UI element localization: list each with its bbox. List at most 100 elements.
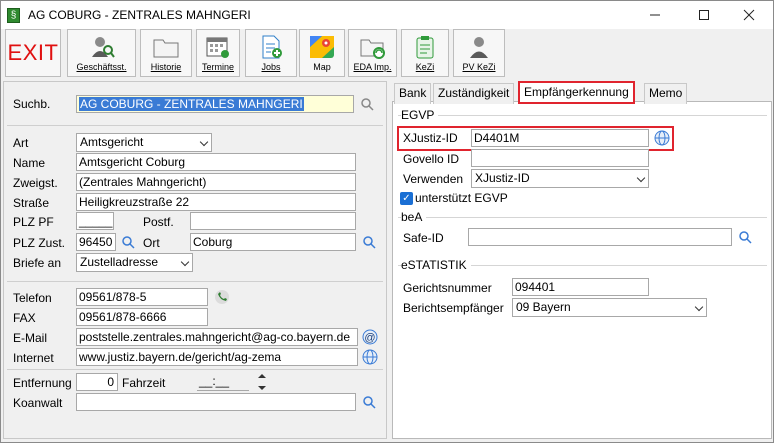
- exit-button[interactable]: EXIT: [5, 29, 61, 77]
- kezi-button[interactable]: KeZi: [401, 29, 449, 77]
- suchb-search-button[interactable]: [358, 95, 376, 113]
- strasse-field[interactable]: Heiligkreuzstraße 22: [76, 193, 356, 211]
- suchb-value: AG COBURG - ZENTRALES MAHNGERI: [79, 97, 304, 111]
- jobs-button[interactable]: Jobs: [245, 29, 297, 77]
- berichtsempfaenger-select[interactable]: 09 Bayern: [512, 298, 707, 317]
- egvp-group-title: EGVP: [401, 108, 439, 122]
- fax-field[interactable]: 09561/878-6666: [76, 308, 208, 326]
- google-maps-icon: [309, 35, 335, 59]
- clipboard-icon: [412, 35, 438, 59]
- egvp-group: [398, 115, 767, 116]
- plz-search-button[interactable]: [119, 233, 137, 251]
- separator: [7, 125, 383, 126]
- estatistik-group-title: eSTATISTIK: [401, 258, 471, 272]
- xjustiz-field[interactable]: D4401M: [471, 129, 649, 147]
- postf-field[interactable]: [190, 212, 356, 230]
- folder-icon: [153, 35, 179, 59]
- person-clipboard-icon: [466, 35, 492, 59]
- app-icon: §: [7, 8, 20, 23]
- calendar-icon: [205, 35, 231, 59]
- art-select[interactable]: Amtsgericht: [76, 133, 212, 152]
- map-button[interactable]: Map: [299, 29, 345, 77]
- search-icon: [122, 236, 135, 249]
- suchb-label: Suchb.: [13, 97, 51, 111]
- zweigst-field[interactable]: (Zentrales Mahngericht): [76, 173, 356, 191]
- briefe-value: Zustelladresse: [80, 255, 159, 269]
- xjustiz-label: XJustiz-ID: [403, 131, 458, 145]
- globe-icon: [654, 130, 670, 146]
- maximize-button[interactable]: [682, 3, 726, 27]
- ort-label: Ort: [143, 236, 160, 250]
- telefon-field[interactable]: 09561/878-5: [76, 288, 208, 306]
- name-field[interactable]: Amtsgericht Coburg: [76, 153, 356, 171]
- safe-id-field[interactable]: [468, 228, 732, 246]
- fax-label: FAX: [13, 311, 36, 325]
- email-field[interactable]: poststelle.zentrales.mahngericht@ag-co.b…: [76, 328, 358, 346]
- application-window: § AG COBURG - ZENTRALES MAHNGERI EXIT Ge…: [0, 0, 774, 443]
- email-label: E-Mail: [13, 331, 48, 345]
- search-icon: [363, 396, 376, 409]
- termine-button[interactable]: Termine: [196, 29, 240, 77]
- tab-memo[interactable]: Memo: [644, 83, 688, 104]
- historie-button[interactable]: Historie: [140, 29, 192, 77]
- separator: [7, 369, 383, 370]
- toolbar: EXIT Geschäftsst. Historie Termine Jobs: [1, 29, 773, 79]
- email-send-button[interactable]: @: [361, 328, 379, 346]
- art-label: Art: [13, 136, 29, 150]
- at-sign-icon: @: [362, 329, 378, 345]
- folder-sync-icon: [360, 35, 386, 59]
- geschaeftsstelle-button[interactable]: Geschäftsst.: [67, 29, 136, 77]
- globe-icon: [362, 349, 378, 365]
- gerichtsnummer-label: Gerichtsnummer: [403, 281, 492, 295]
- phone-dial-button[interactable]: [213, 288, 231, 306]
- maximize-icon: [699, 10, 709, 20]
- verwenden-label: Verwenden: [403, 172, 464, 186]
- briefe-select[interactable]: Zustelladresse: [76, 253, 193, 272]
- internet-label: Internet: [13, 351, 54, 365]
- ort-field[interactable]: Coburg: [190, 233, 356, 251]
- document-add-icon: [258, 35, 284, 59]
- ort-search-button[interactable]: [360, 233, 378, 251]
- open-website-button[interactable]: [361, 348, 379, 366]
- svg-text:@: @: [364, 332, 375, 344]
- pv-kezi-button[interactable]: PV KeZi: [453, 29, 505, 77]
- search-icon: [363, 236, 376, 249]
- telefon-label: Telefon: [13, 291, 52, 305]
- verwenden-select[interactable]: XJustiz-ID: [471, 169, 649, 188]
- title-bar: § AG COBURG - ZENTRALES MAHNGERI: [1, 1, 773, 29]
- chevron-down-icon: [694, 302, 704, 312]
- plzzust-field[interactable]: 96450: [76, 233, 116, 251]
- chevron-down-icon: [180, 257, 190, 267]
- xjustiz-lookup-button[interactable]: [653, 129, 671, 147]
- tab-zustaendigkeit[interactable]: Zuständigkeit: [433, 83, 515, 104]
- govello-field[interactable]: [471, 149, 649, 167]
- safe-id-label: Safe-ID: [403, 231, 444, 245]
- koanwalt-field[interactable]: [76, 393, 356, 411]
- eda-import-button[interactable]: EDA Imp.: [348, 29, 397, 77]
- person-search-icon: [89, 35, 115, 59]
- koanwalt-search-button[interactable]: [360, 393, 378, 411]
- safe-id-search-button[interactable]: [736, 228, 754, 246]
- chevron-down-icon: [199, 137, 209, 147]
- tab-bank[interactable]: Bank: [394, 83, 432, 104]
- close-button[interactable]: [727, 3, 771, 27]
- plzzust-label: PLZ Zust.: [13, 236, 66, 250]
- fahrzeit-field[interactable]: __:__: [197, 373, 249, 391]
- entfernung-field[interactable]: 0: [76, 373, 118, 391]
- minimize-icon: [650, 14, 660, 16]
- bea-group: [398, 217, 767, 218]
- plzpf-field[interactable]: _____: [76, 212, 114, 230]
- art-value: Amtsgericht: [80, 135, 144, 149]
- tab-empfaengerkennung[interactable]: Empfängerkennung: [518, 81, 635, 104]
- separator: [7, 281, 383, 282]
- minimize-button[interactable]: [633, 3, 677, 27]
- fahrzeit-stepper[interactable]: [255, 373, 269, 391]
- briefe-label: Briefe an: [13, 256, 62, 270]
- suchb-field[interactable]: AG COBURG - ZENTRALES MAHNGERI: [76, 95, 354, 113]
- chevron-down-icon: [636, 173, 646, 183]
- egvp-checkbox[interactable]: ✓: [400, 192, 413, 205]
- phone-icon: [215, 290, 229, 304]
- internet-field[interactable]: www.justiz.bayern.de/gericht/ag-zema: [76, 348, 358, 366]
- search-icon: [361, 98, 374, 111]
- gerichtsnummer-field[interactable]: 094401: [512, 278, 649, 296]
